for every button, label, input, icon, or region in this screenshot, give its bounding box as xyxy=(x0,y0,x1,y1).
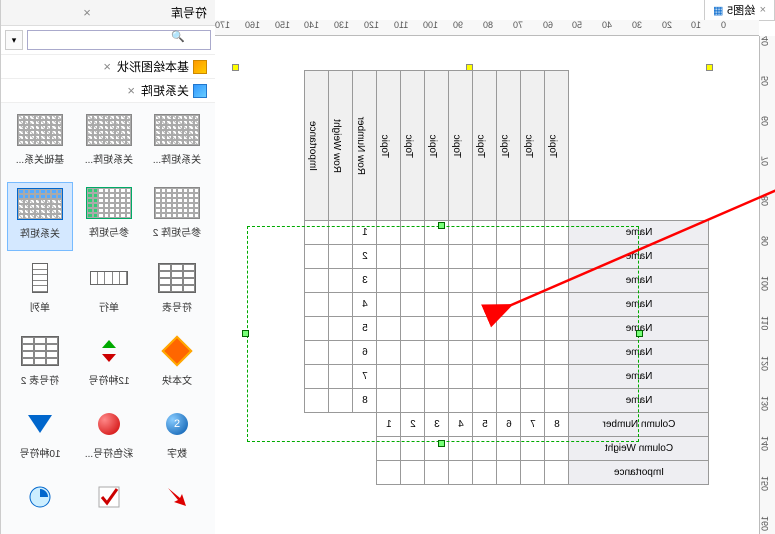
shape-label: 关系矩阵... xyxy=(147,151,207,166)
shape-item[interactable]: 单行 xyxy=(77,257,141,324)
shape-panel: × 符号库 ▾ 🔍 × 基本绘图形状 × 关系矩阵 基础关系...关系矩阵...… xyxy=(0,0,215,534)
close-icon[interactable]: × xyxy=(760,4,766,16)
shape-item[interactable]: 文本块 xyxy=(145,330,209,397)
shape-item[interactable]: 单列 xyxy=(7,257,73,324)
shape-item[interactable]: 2数字 xyxy=(145,403,209,470)
shape-item[interactable]: 参与矩阵 2 xyxy=(145,182,209,251)
shape-item[interactable] xyxy=(145,476,209,528)
selection-handle[interactable] xyxy=(438,222,445,229)
relationship-matrix[interactable]: ImportanceRow WeightRow NumberTopicTopic… xyxy=(304,70,709,485)
selection-handle[interactable] xyxy=(636,330,643,337)
shape-label: 参与矩阵 xyxy=(79,224,139,239)
name-cell[interactable]: Name xyxy=(569,389,709,413)
shape-item[interactable] xyxy=(7,476,73,528)
shape-label: 符号表 2 xyxy=(10,372,70,387)
shape-item[interactable]: 关系矩阵... xyxy=(77,109,141,176)
selection-handle[interactable] xyxy=(438,440,445,447)
shape-item[interactable]: 符号表 xyxy=(145,257,209,324)
folder-icon xyxy=(193,84,207,98)
selection-handle[interactable] xyxy=(232,64,239,71)
shape-item[interactable]: 关系矩阵 xyxy=(7,182,73,251)
shape-item[interactable]: 12种符号 xyxy=(77,330,141,397)
name-cell[interactable]: Name xyxy=(569,293,709,317)
shape-label: 10种符号 xyxy=(10,445,70,460)
canvas-area[interactable]: ▦ 绘图5 × 01020304050607080901001101201301… xyxy=(215,0,775,534)
category-relationship-matrix[interactable]: × 关系矩阵 xyxy=(1,79,215,103)
close-icon[interactable]: × xyxy=(83,5,91,20)
category-basic-shapes[interactable]: × 基本绘图形状 xyxy=(1,55,215,79)
name-cell[interactable]: Name xyxy=(569,221,709,245)
shape-label: 单行 xyxy=(79,299,139,314)
shape-item[interactable]: 10种符号 xyxy=(7,403,73,470)
category-label: 基本绘图形状 xyxy=(117,58,189,75)
shape-item[interactable]: 关系矩阵... xyxy=(145,109,209,176)
panel-header: × 符号库 xyxy=(1,0,215,26)
shape-label: 单列 xyxy=(10,299,70,314)
close-icon[interactable]: × xyxy=(103,59,111,74)
shape-item[interactable]: 参与矩阵 xyxy=(77,182,141,251)
folder-icon xyxy=(193,60,207,74)
shape-label: 关系矩阵 xyxy=(10,225,70,240)
shape-label: 文本块 xyxy=(147,372,207,387)
ruler-vertical: 405060708090100110120130140150160170 xyxy=(759,36,775,534)
shape-label: 12种符号 xyxy=(79,372,139,387)
shape-item[interactable]: 彩色符号... xyxy=(77,403,141,470)
shape-label: 关系矩阵... xyxy=(79,151,139,166)
selection-handle[interactable] xyxy=(242,330,249,337)
ruler-horizontal: 0102030405060708090100110120130140150160… xyxy=(215,20,759,36)
close-icon[interactable]: × xyxy=(127,83,135,98)
search-input[interactable] xyxy=(27,30,211,50)
panel-title: 符号库 xyxy=(171,4,207,21)
shape-item[interactable] xyxy=(77,476,141,528)
shape-label: 基础关系... xyxy=(10,151,70,166)
shape-label: 数字 xyxy=(147,445,207,460)
name-cell[interactable]: Name xyxy=(569,269,709,293)
shape-label: 彩色符号... xyxy=(79,445,139,460)
name-cell[interactable]: Name xyxy=(569,341,709,365)
shape-label: 参与矩阵 2 xyxy=(147,224,207,239)
shapes-grid: 基础关系...关系矩阵...关系矩阵...关系矩阵参与矩阵参与矩阵 2单列单行符… xyxy=(1,103,215,534)
name-cell[interactable]: Name xyxy=(569,245,709,269)
shape-item[interactable]: 基础关系... xyxy=(7,109,73,176)
search-dropdown[interactable]: ▾ xyxy=(5,30,23,50)
category-label: 关系矩阵 xyxy=(141,82,189,99)
name-cell[interactable]: Name xyxy=(569,365,709,389)
shape-label: 符号表 xyxy=(147,299,207,314)
tab-label: 绘图5 xyxy=(727,2,755,18)
document-tab[interactable]: ▦ 绘图5 × xyxy=(704,0,775,21)
shape-item[interactable]: 符号表 2 xyxy=(7,330,73,397)
